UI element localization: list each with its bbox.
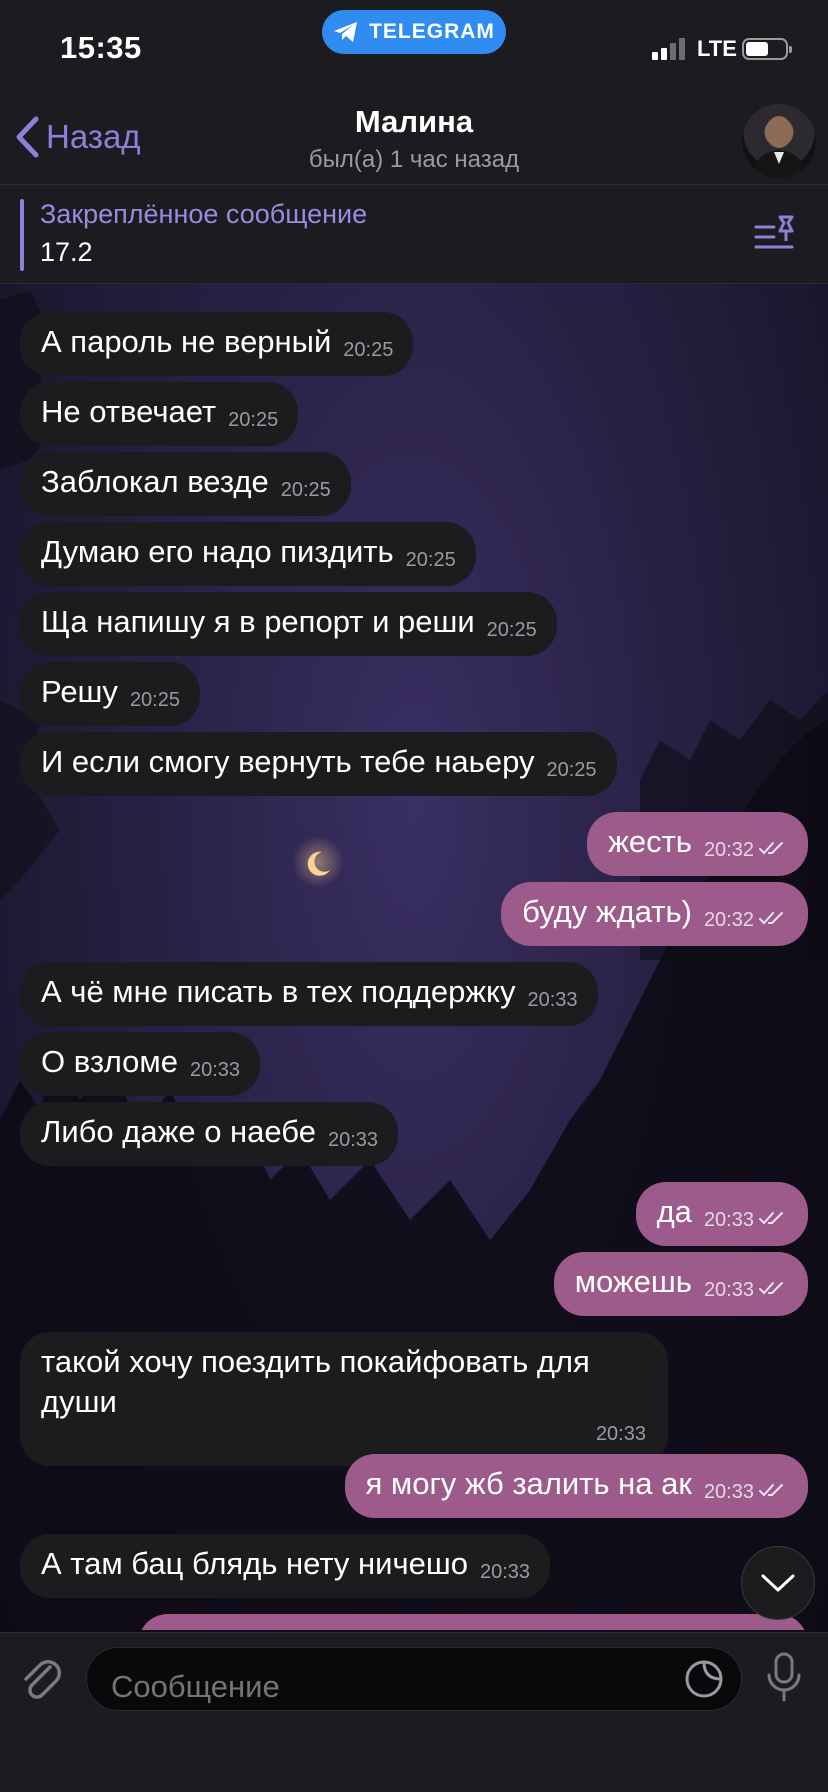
message-time: 20:32 (703, 909, 754, 931)
chat-last-seen: был(а) 1 час назад (308, 146, 520, 173)
message-text: Заблокал везде (41, 464, 269, 499)
microphone-icon[interactable] (764, 1651, 804, 1703)
read-checkmarks-icon (759, 1484, 783, 1497)
message-text: Не отвечает (41, 394, 217, 429)
message-bubble[interactable]: Ща напишу я в репорт и реши 20:25 (20, 592, 557, 656)
pinned-indicator (20, 199, 24, 271)
read-checkmarks-icon (759, 1212, 783, 1225)
message-bubble[interactable]: О взломе 20:33 (20, 1032, 261, 1096)
message-text: я могу жб залить на ак (365, 1466, 692, 1501)
message-text: можешь (574, 1264, 692, 1299)
message-bubble-outgoing[interactable]: жесть 20:32 (587, 812, 808, 876)
message-bubble-outgoing[interactable]: я могу жб залить на ак 20:33 (344, 1454, 808, 1518)
scroll-to-bottom-button[interactable] (741, 1546, 815, 1620)
message-composer (0, 1632, 828, 1792)
pinned-title: Закреплённое сообщение (40, 199, 368, 229)
message-bubble[interactable]: такой хочу поездить покайфовать для души… (20, 1332, 668, 1466)
message-text: Либо даже о наебе (41, 1114, 316, 1149)
status-time: 15:35 (60, 30, 142, 65)
message-time: 20:32 (703, 839, 754, 861)
message-time: 20:33 (703, 1481, 754, 1503)
pinned-message-banner[interactable]: Закреплённое сообщение 17.2 (0, 184, 828, 284)
message-bubble[interactable]: А чё мне писать в тех поддержку 20:33 (20, 962, 598, 1026)
message-list[interactable]: А пароль не верный 20:25 Не отвечает 20:25… (0, 284, 828, 1630)
message-time: 20:33 (189, 1059, 241, 1081)
message-bubble[interactable]: Заблокал везде 20:25 (20, 452, 351, 516)
sticker-icon[interactable] (684, 1659, 724, 1699)
chevron-down-icon (761, 1574, 795, 1592)
message-text: да (656, 1194, 692, 1229)
message-bubble[interactable]: И если смогу вернуть тебе наьеру 20:25 (20, 732, 617, 796)
message-time: 20:25 (343, 339, 394, 361)
message-text: Решу (41, 674, 118, 709)
message-bubble[interactable]: Решу 20:25 (20, 662, 200, 726)
message-text: А чё мне писать в тех поддержку (41, 974, 516, 1009)
message-text: Ща напишу я в репорт и реши (41, 604, 475, 639)
message-time: 20:25 (129, 689, 180, 711)
message-bubble-outgoing[interactable]: можешь 20:33 (553, 1252, 808, 1316)
message-time: 20:33 (479, 1561, 531, 1583)
message-time: 20:33 (527, 989, 578, 1011)
cellular-signal-icon (652, 38, 685, 60)
message-input[interactable] (86, 1647, 742, 1711)
message-bubble-outgoing[interactable]: буду ждать) 20:32 (501, 882, 808, 946)
telegram-icon (334, 22, 358, 42)
message-text: А там бац блядь нету ничешо (41, 1546, 468, 1581)
message-text: О взломе (41, 1044, 178, 1079)
telegram-pill-label: TELEGRAM (369, 20, 495, 43)
message-text: Думаю его надо пиздить (41, 534, 394, 569)
message-time: 20:33 (703, 1279, 754, 1301)
message-time: 20:25 (228, 409, 279, 431)
message-bubble-partial-outgoing (138, 1614, 808, 1630)
network-type: LTE (697, 36, 737, 61)
message-bubble[interactable]: Думаю его надо пиздить 20:25 (20, 522, 476, 586)
navigation-bar: 15:35 TELEGRAM LTE Назад Малина был(а) 1… (0, 0, 828, 184)
message-bubble[interactable]: Либо даже о наебе 20:33 (20, 1102, 399, 1166)
message-time: 20:25 (546, 759, 597, 781)
message-bubble-outgoing[interactable]: да 20:33 (635, 1182, 808, 1246)
message-time: 20:33 (327, 1129, 379, 1151)
paperclip-icon[interactable] (20, 1655, 64, 1703)
message-text: буду ждать) (522, 894, 692, 929)
read-checkmarks-icon (759, 842, 783, 855)
message-time: 20:33 (595, 1423, 646, 1445)
message-bubble[interactable]: Не отвечает 20:25 (20, 382, 299, 446)
battery-icon (742, 38, 792, 60)
pinned-list-icon[interactable] (754, 213, 798, 253)
message-time: 20:25 (280, 479, 331, 501)
message-time: 20:25 (486, 619, 537, 641)
message-time: 20:25 (405, 549, 456, 571)
message-bubble[interactable]: А пароль не верный 20:25 (20, 312, 414, 376)
message-text: жесть (608, 824, 692, 859)
avatar[interactable] (742, 104, 816, 178)
telegram-pill[interactable]: TELEGRAM (322, 10, 506, 54)
chat-title[interactable]: Малина (0, 104, 828, 140)
message-text: такой хочу поездить покайфовать для души (41, 1344, 590, 1419)
read-checkmarks-icon (759, 1282, 783, 1295)
pinned-text: 17.2 (40, 237, 93, 267)
message-time: 20:33 (703, 1209, 754, 1231)
message-text: И если смогу вернуть тебе наьеру (41, 744, 535, 779)
read-checkmarks-icon (759, 912, 783, 925)
message-bubble[interactable]: А там бац блядь нету ничешо 20:33 (20, 1534, 551, 1598)
message-text: А пароль не верный (41, 324, 332, 359)
